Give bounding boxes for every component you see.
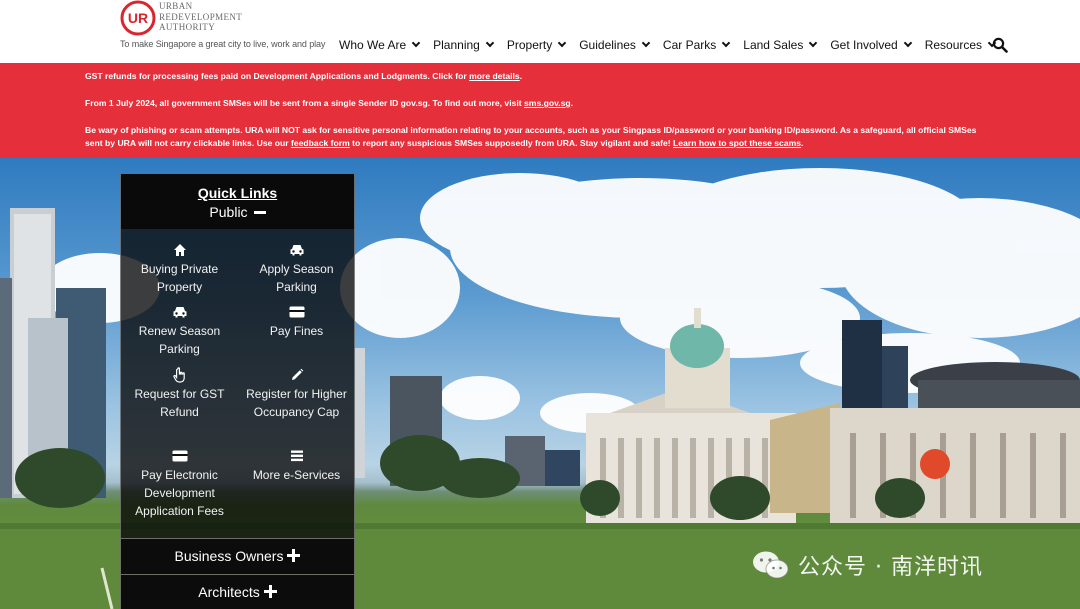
public-section-toggle[interactable]: Public: [121, 204, 354, 220]
car-icon: [173, 307, 186, 318]
site-header: UR Urban Redevelopment Authority To make…: [0, 0, 1080, 63]
business-owners-section[interactable]: Business Owners: [121, 539, 354, 574]
nav-land-sales[interactable]: Land Sales: [743, 36, 818, 54]
tagline: To make Singapore a great city to live, …: [120, 39, 326, 49]
quick-link-buying-private-property[interactable]: Buying Private Property: [121, 242, 238, 296]
hand-pointer-icon: [172, 367, 185, 383]
car-icon: [290, 245, 303, 256]
quick-links-panel: Quick Links Public Buying Private Proper…: [120, 173, 355, 609]
ura-logo[interactable]: UR Urban Redevelopment Authority To make…: [120, 0, 360, 56]
nav-planning[interactable]: Planning: [433, 36, 495, 54]
quick-link-request-gst-refund[interactable]: Request for GST Refund: [121, 367, 238, 421]
chevron-down-icon: [641, 38, 651, 48]
quick-link-pay-fines[interactable]: Pay Fines: [238, 304, 355, 340]
nav-get-involved[interactable]: Get Involved: [830, 36, 912, 54]
home-icon: [173, 244, 186, 256]
nav-car-parks[interactable]: Car Parks: [663, 36, 731, 54]
wechat-icon: [753, 551, 789, 579]
quick-link-pay-electronic-development-fees[interactable]: Pay Electronic Development Application F…: [121, 448, 238, 520]
list-icon: [290, 450, 303, 462]
quick-link-apply-season-parking[interactable]: Apply Season Parking: [238, 242, 355, 296]
nav-who-we-are[interactable]: Who We Are: [339, 36, 421, 54]
pencil-icon: [291, 368, 303, 380]
chevron-down-icon: [485, 38, 495, 48]
alert-gst-refund: GST refunds for processing fees paid on …: [85, 71, 523, 81]
quick-links-title[interactable]: Quick Links: [121, 185, 354, 201]
credit-card-icon: [172, 450, 187, 462]
feedback-form-link[interactable]: feedback form: [291, 138, 350, 148]
alert-banner: GST refunds for processing fees paid on …: [0, 63, 1080, 158]
watermark-text: 公众号 · 南洋时讯: [798, 555, 983, 580]
svg-text:UR: UR: [128, 10, 148, 26]
nav-guidelines[interactable]: Guidelines: [579, 36, 651, 54]
chevron-down-icon: [722, 38, 731, 48]
logo-name: Urban Redevelopment Authority: [159, 1, 243, 32]
wechat-watermark: 公众号 · 南洋时讯: [752, 550, 983, 580]
plus-icon: [263, 585, 277, 599]
minus-icon: [253, 210, 266, 214]
search-icon[interactable]: [992, 37, 1008, 53]
sms-gov-sg-link[interactable]: sms.gov.sg: [524, 98, 571, 108]
quick-links-header: Quick Links Public: [121, 174, 354, 229]
chevron-down-icon: [411, 38, 421, 48]
chevron-down-icon: [809, 38, 818, 48]
quick-link-register-higher-occupancy-cap[interactable]: Register for Higher Occupancy Cap: [238, 367, 355, 421]
alert-sms-sender: From 1 July 2024, all government SMSes w…: [85, 98, 574, 108]
nav-resources[interactable]: Resources: [925, 36, 997, 54]
plus-icon: [287, 549, 301, 563]
more-details-link[interactable]: more details: [469, 71, 520, 81]
public-label: Public: [209, 204, 248, 220]
alert-scam-warning: Be wary of phishing or scam attempts. UR…: [85, 125, 977, 148]
credit-card-icon: [289, 306, 304, 318]
spot-scams-link[interactable]: Learn how to spot these scams: [673, 138, 801, 148]
main-nav: Who We Are Planning Property Guidelines …: [339, 36, 1009, 54]
quick-link-more-e-services[interactable]: More e-Services: [238, 448, 355, 484]
architects-section[interactable]: Architects: [121, 575, 354, 609]
ura-logo-mark-icon: UR: [120, 0, 156, 36]
chevron-down-icon: [557, 38, 567, 48]
chevron-down-icon: [903, 38, 912, 48]
nav-property[interactable]: Property: [507, 36, 567, 54]
quick-link-renew-season-parking[interactable]: Renew Season Parking: [121, 304, 238, 358]
